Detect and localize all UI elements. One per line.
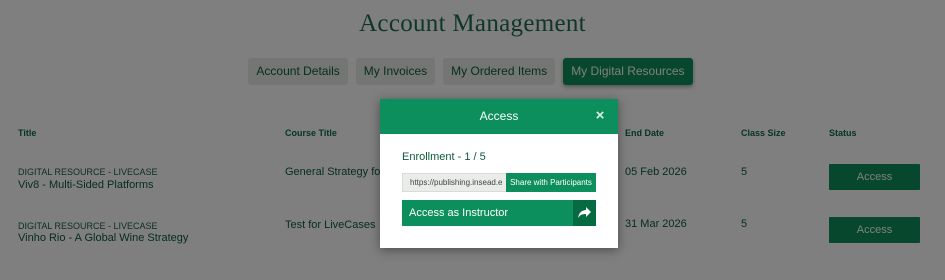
share-arrow-icon	[573, 200, 596, 226]
share-with-participants-button[interactable]: Share with Participants	[506, 173, 596, 192]
share-url-field[interactable]: https://publishing.insead.e	[402, 173, 508, 192]
modal-title: Access	[479, 109, 519, 123]
access-as-instructor-button[interactable]: Access as Instructor	[402, 200, 596, 226]
access-modal: Access × Enrollment - 1 / 5 https://publ…	[380, 99, 618, 248]
instructor-button-label: Access as Instructor	[409, 207, 509, 219]
modal-header: Access ×	[380, 99, 618, 134]
close-icon[interactable]: ×	[593, 108, 607, 123]
enrollment-count: Enrollment - 1 / 5	[402, 151, 486, 163]
